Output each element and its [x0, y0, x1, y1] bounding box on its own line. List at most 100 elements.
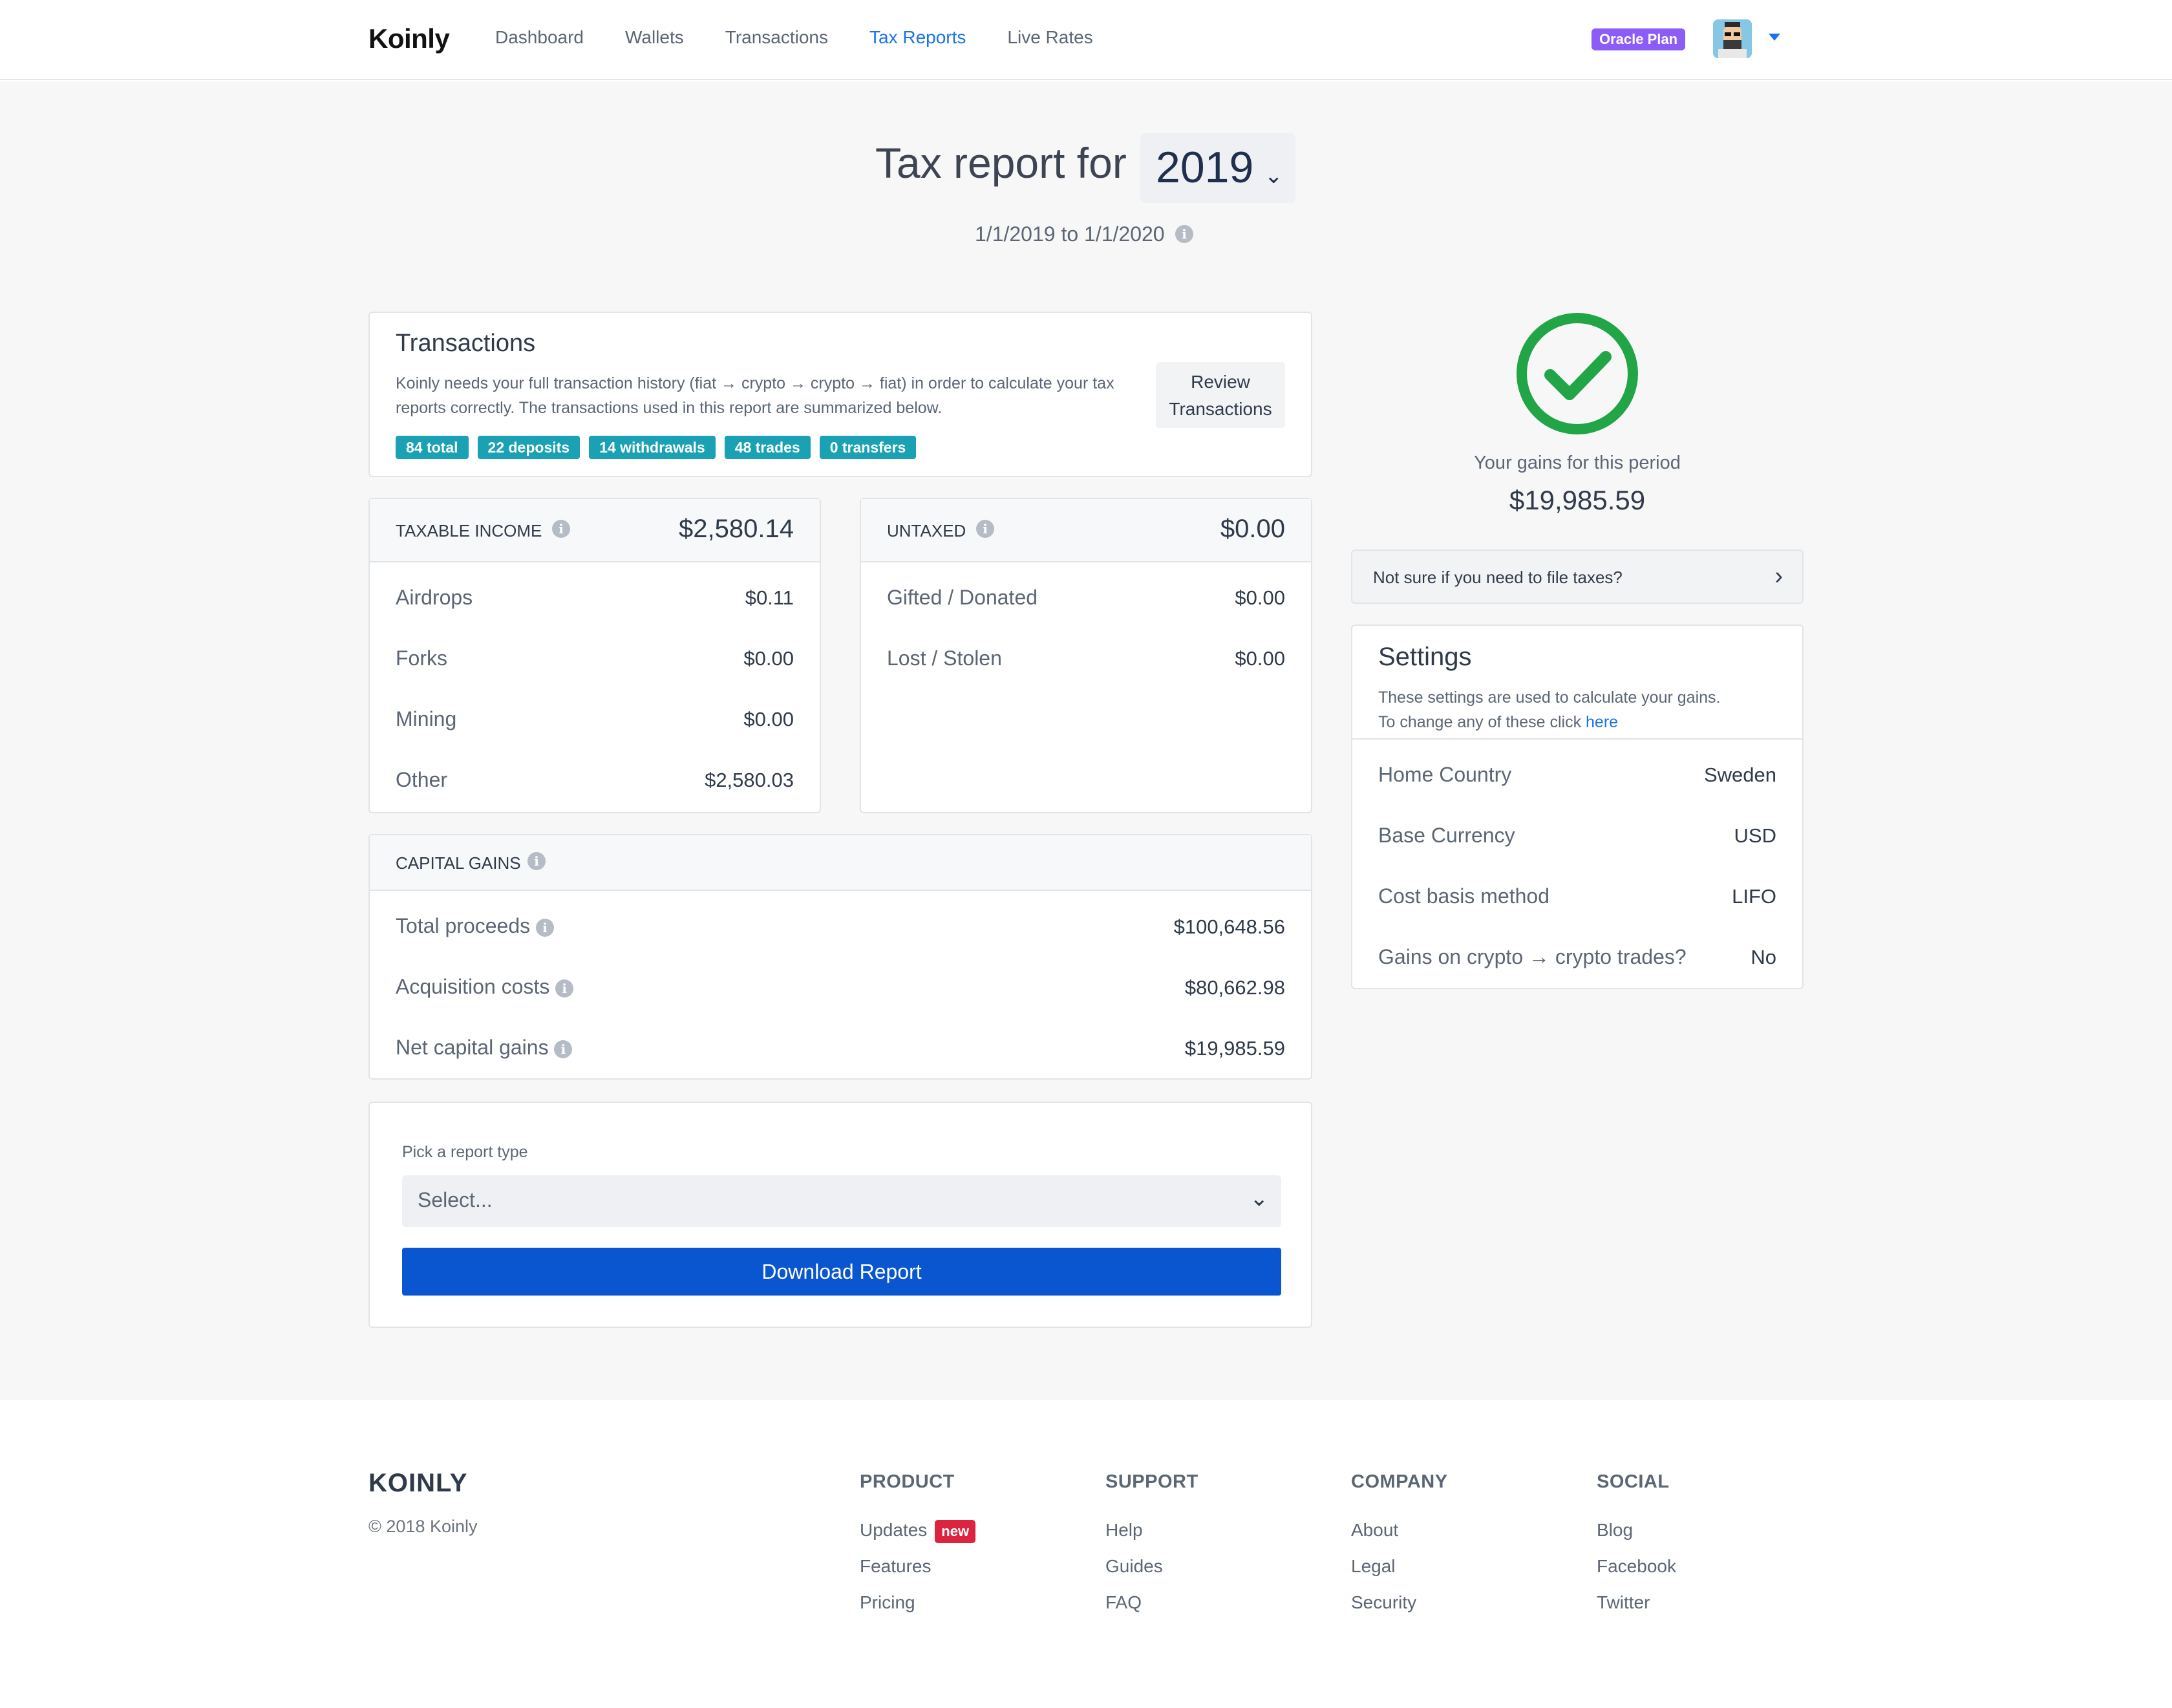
report-download-card: Pick a report type Select... ⌄ Download … — [368, 1102, 1312, 1328]
gifted-donated-value: $0.00 — [1235, 586, 1285, 609]
file-taxes-text: Not sure if you need to file taxes? — [1373, 568, 1623, 587]
footer-link-guides[interactable]: Guides — [1105, 1548, 1198, 1585]
nav-wallets[interactable]: Wallets — [625, 27, 684, 48]
period-text: 1/1/2019 to 1/1/2020 — [975, 222, 1165, 246]
footer-link-help[interactable]: Help — [1105, 1512, 1198, 1548]
cost-basis-label: Cost basis method — [1378, 884, 1550, 908]
footer-link-blog[interactable]: Blog — [1597, 1512, 1676, 1548]
settings-desc-line2: To change any of these click — [1378, 713, 1582, 731]
deposits-count-badge: 22 deposits — [477, 436, 580, 459]
settings-description: These settings are used to calculate you… — [1378, 685, 1779, 734]
settings-change-link[interactable]: here — [1586, 713, 1618, 731]
footer-link-facebook[interactable]: Facebook — [1597, 1548, 1676, 1585]
untaxed-label: UNTAXED — [887, 521, 966, 540]
base-currency-label: Base Currency — [1378, 824, 1515, 847]
info-icon[interactable]: i — [1175, 225, 1193, 243]
transactions-card: Transactions Koinly needs your full tran… — [368, 312, 1312, 477]
footer-link-security[interactable]: Security — [1351, 1585, 1448, 1621]
crypto-trades-label: Gains on crypto → crypto trades? — [1378, 945, 1687, 968]
nav-transactions[interactable]: Transactions — [725, 27, 828, 48]
koinly-logo[interactable]: Koinly — [368, 23, 450, 54]
net-capital-gains-value: $19,985.59 — [1184, 1037, 1285, 1060]
footer-link-features[interactable]: Features — [860, 1548, 975, 1585]
new-badge: new — [935, 1519, 976, 1543]
footer-col-social: SOCIAL Blog Facebook Twitter — [1597, 1471, 1676, 1621]
info-icon[interactable]: i — [536, 918, 555, 937]
avatar-icon — [1713, 19, 1752, 58]
total-proceeds-value: $100,648.56 — [1173, 915, 1285, 938]
success-check-icon — [1517, 313, 1638, 434]
footer-link-legal[interactable]: Legal — [1351, 1548, 1448, 1585]
capital-gains-card: CAPITAL GAINS i Total proceeds i $100,64… — [368, 834, 1312, 1080]
divider — [1352, 738, 1802, 740]
transfers-count-badge: 0 transfers — [819, 436, 917, 459]
review-transactions-button[interactable]: Review Transactions — [1156, 362, 1285, 428]
capital-gains-label: CAPITAL GAINS — [396, 853, 521, 873]
nav-dashboard[interactable]: Dashboard — [495, 27, 584, 48]
footer-link-twitter[interactable]: Twitter — [1597, 1585, 1676, 1621]
report-type-select[interactable]: Select... ⌄ — [402, 1175, 1281, 1227]
total-count-badge: 84 total — [396, 436, 469, 459]
taxable-income-amount: $2,580.14 — [679, 515, 794, 543]
lost-stolen-label: Lost / Stolen — [887, 646, 1002, 670]
footer-copyright: © 2018 Koinly — [368, 1517, 478, 1536]
info-icon[interactable]: i — [552, 520, 570, 538]
transaction-counts: 84 total 22 deposits 14 withdrawals 48 t… — [396, 436, 917, 459]
footer-col-product: PRODUCT Updates new Features Pricing — [860, 1471, 976, 1621]
user-menu-caret-icon[interactable] — [1769, 34, 1780, 41]
capital-gains-header: CAPITAL GAINS i — [370, 835, 1311, 891]
cost-basis-value: LIFO — [1732, 885, 1776, 908]
page-title: Tax report for — [875, 139, 1127, 187]
mining-label: Mining — [396, 707, 457, 731]
other-income-label: Other — [396, 768, 448, 791]
footer-heading: SOCIAL — [1597, 1471, 1670, 1492]
period-range: 1/1/2019 to 1/1/2020 i — [975, 222, 1193, 246]
chevron-right-icon: › — [1774, 562, 1783, 590]
info-icon[interactable]: i — [554, 1040, 573, 1058]
lost-stolen-value: $0.00 — [1235, 647, 1285, 670]
home-country-label: Home Country — [1378, 763, 1512, 786]
footer-logo: KOINLY — [368, 1469, 468, 1497]
gains-value: $19,985.59 — [1509, 485, 1646, 515]
footer-link-about[interactable]: About — [1351, 1512, 1448, 1548]
footer-col-support: SUPPORT Help Guides FAQ — [1105, 1471, 1198, 1621]
footer-col-company: COMPANY About Legal Security — [1351, 1471, 1448, 1621]
untaxed-card: UNTAXED i $0.00 Gifted / Donated $0.00 L… — [860, 498, 1312, 813]
nav-live-rates[interactable]: Live Rates — [1007, 27, 1092, 48]
other-income-value: $2,580.03 — [705, 769, 794, 791]
report-type-label: Pick a report type — [402, 1143, 528, 1161]
taxable-income-header: TAXABLE INCOME i $2,580.14 — [370, 499, 820, 562]
total-proceeds-label: Total proceeds i — [396, 914, 555, 938]
forks-label: Forks — [396, 646, 447, 670]
footer-link-pricing[interactable]: Pricing — [860, 1585, 975, 1621]
nav-tax-reports[interactable]: Tax Reports — [869, 27, 966, 48]
chevron-down-icon: ⌄ — [1250, 1186, 1269, 1211]
home-country-value: Sweden — [1703, 763, 1776, 786]
report-type-placeholder: Select... — [418, 1188, 493, 1212]
acquisition-costs-value: $80,662.98 — [1184, 976, 1285, 999]
year-select[interactable]: 2019 ⌄ — [1140, 133, 1295, 203]
trades-count-badge: 48 trades — [724, 436, 811, 459]
plan-badge[interactable]: Oracle Plan — [1592, 28, 1686, 50]
mining-value: $0.00 — [743, 708, 794, 731]
crypto-trades-value: No — [1751, 946, 1776, 968]
base-currency-value: USD — [1734, 824, 1776, 847]
footer-link-faq[interactable]: FAQ — [1105, 1585, 1198, 1621]
untaxed-header: UNTAXED i $0.00 — [861, 499, 1311, 562]
settings-desc-line1: These settings are used to calculate you… — [1378, 689, 1721, 707]
info-icon[interactable]: i — [555, 979, 574, 998]
taxable-income-label: TAXABLE INCOME — [396, 521, 542, 540]
file-taxes-link[interactable]: Not sure if you need to file taxes? › — [1351, 550, 1804, 604]
info-icon[interactable]: i — [527, 852, 546, 870]
footer-heading: COMPANY — [1351, 1471, 1448, 1492]
download-report-button[interactable]: Download Report — [402, 1248, 1281, 1296]
footer-heading: SUPPORT — [1105, 1471, 1198, 1492]
footer-link-updates[interactable]: Updates new — [860, 1512, 976, 1548]
main-nav: Dashboard Wallets Transactions Tax Repor… — [495, 27, 1093, 48]
acquisition-costs-label: Acquisition costs i — [396, 975, 574, 999]
transactions-description: Koinly needs your full transaction histo… — [396, 374, 1114, 417]
net-capital-gains-label: Net capital gains i — [396, 1036, 573, 1060]
transactions-title: Transactions — [396, 330, 536, 357]
info-icon[interactable]: i — [976, 520, 994, 538]
user-avatar[interactable] — [1713, 19, 1752, 58]
